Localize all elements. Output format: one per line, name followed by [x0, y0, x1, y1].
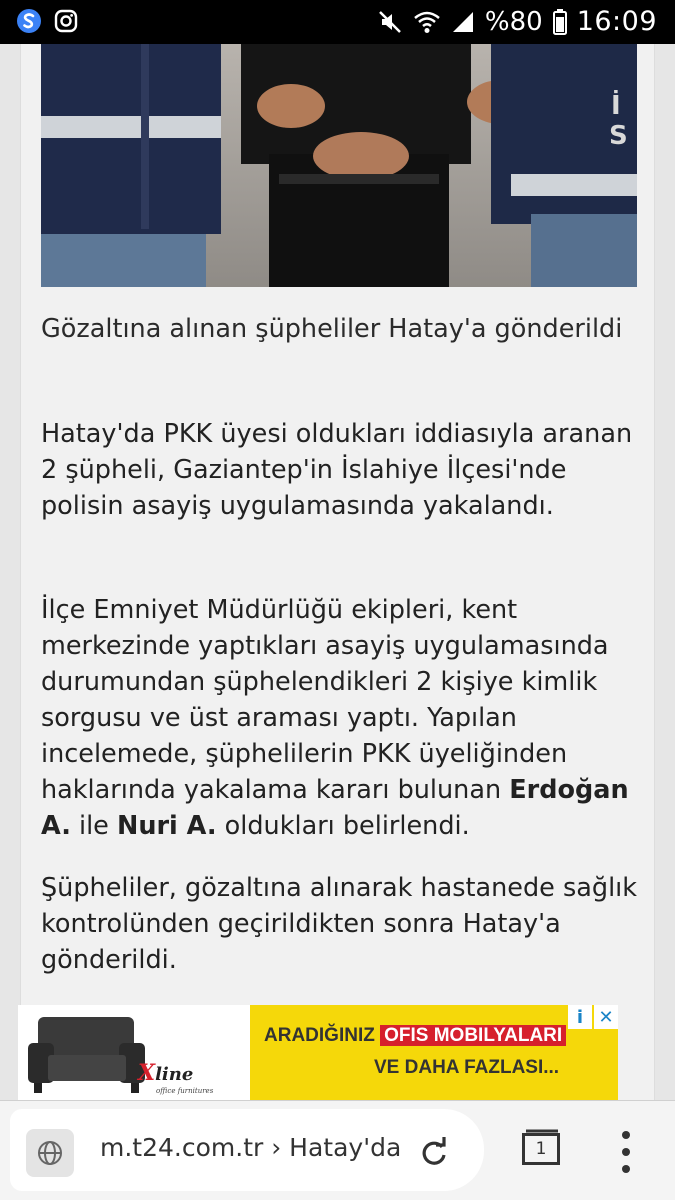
- globe-icon[interactable]: [26, 1129, 74, 1177]
- signal-icon: [452, 11, 473, 32]
- ad-headline-highlight: OFIS MOBILYALARI: [380, 1025, 567, 1046]
- web-content: İ S Gözaltına alınan şüpheliler Hatay'a …: [0, 44, 675, 1100]
- browser-toolbar: m.t24.com.tr › Hatay'da 1: [0, 1100, 675, 1200]
- xline-logo-rest: line: [155, 1064, 194, 1085]
- tab-count: 1: [522, 1133, 560, 1165]
- svg-text:S: S: [609, 121, 628, 151]
- paragraph-1: Hatay'da PKK üyesi oldukları iddiasıyla …: [41, 419, 633, 521]
- ad-subline: VE DAHA FAZLASI...: [374, 1057, 560, 1078]
- paragraph-2-text-mid: ile: [70, 811, 117, 841]
- battery-percent: %80: [484, 6, 543, 37]
- status-right-icons: %80 16:09: [377, 6, 657, 37]
- tabs-switcher-button[interactable]: 1: [518, 1129, 562, 1169]
- paragraph-3: Şüpheliler, gözaltına alınarak hastanede…: [41, 873, 638, 975]
- mute-icon: [379, 10, 401, 33]
- battery-icon: [552, 8, 567, 35]
- ad-controls: i ✕: [568, 1005, 618, 1029]
- more-menu-icon[interactable]: [614, 1131, 638, 1173]
- ad-image-area[interactable]: Xline office furnitures: [18, 1005, 250, 1100]
- status-left-icons: [16, 8, 78, 34]
- paragraph-2-text-end: oldukları belirlendi.: [216, 811, 470, 841]
- xline-logo-x: X: [138, 1060, 156, 1086]
- url-text[interactable]: m.t24.com.tr › Hatay'da: [100, 1133, 400, 1162]
- article-card: İ S Gözaltına alınan şüpheliler Hatay'a …: [20, 44, 655, 1100]
- photo-caption: Gözaltına alınan şüpheliler Hatay'a gönd…: [41, 314, 623, 344]
- reload-icon[interactable]: [414, 1133, 454, 1173]
- sofa-image: [28, 1017, 145, 1093]
- article-photo: İ S: [41, 44, 637, 287]
- xline-tagline: office furnitures: [156, 1087, 214, 1095]
- ad-headline-prefix: ARADIĞINIZ: [264, 1025, 375, 1046]
- clock: 16:09: [576, 6, 657, 37]
- svg-text:İ: İ: [611, 89, 621, 121]
- ad-headline: ARADIĞINIZ OFIS MOBILYALARI: [264, 1025, 567, 1047]
- paragraph-2-text-start: İlçe Emniyet Müdürlüğü ekipleri, kent me…: [41, 595, 609, 805]
- address-bar[interactable]: m.t24.com.tr › Hatay'da: [10, 1109, 484, 1191]
- ad-info-icon[interactable]: i: [568, 1005, 592, 1029]
- wifi-icon: [414, 11, 440, 33]
- status-bar: %80 16:09: [0, 0, 675, 44]
- ad-text-area[interactable]: ARADIĞINIZ OFIS MOBILYALARI VE DAHA FAZL…: [250, 1005, 618, 1100]
- suspect-name-2: Nuri A.: [116, 811, 217, 841]
- instagram-icon: [54, 9, 78, 33]
- arrest-photo-illustration: İ S: [41, 44, 637, 287]
- xline-logo: Xline: [138, 1060, 193, 1086]
- ad-close-icon[interactable]: ✕: [594, 1005, 618, 1029]
- paragraph-2: İlçe Emniyet Müdürlüğü ekipleri, kent me…: [41, 592, 637, 844]
- s-app-icon: [17, 9, 41, 33]
- ad-banner[interactable]: Xline office furnitures ARADIĞINIZ OFIS …: [18, 1005, 618, 1100]
